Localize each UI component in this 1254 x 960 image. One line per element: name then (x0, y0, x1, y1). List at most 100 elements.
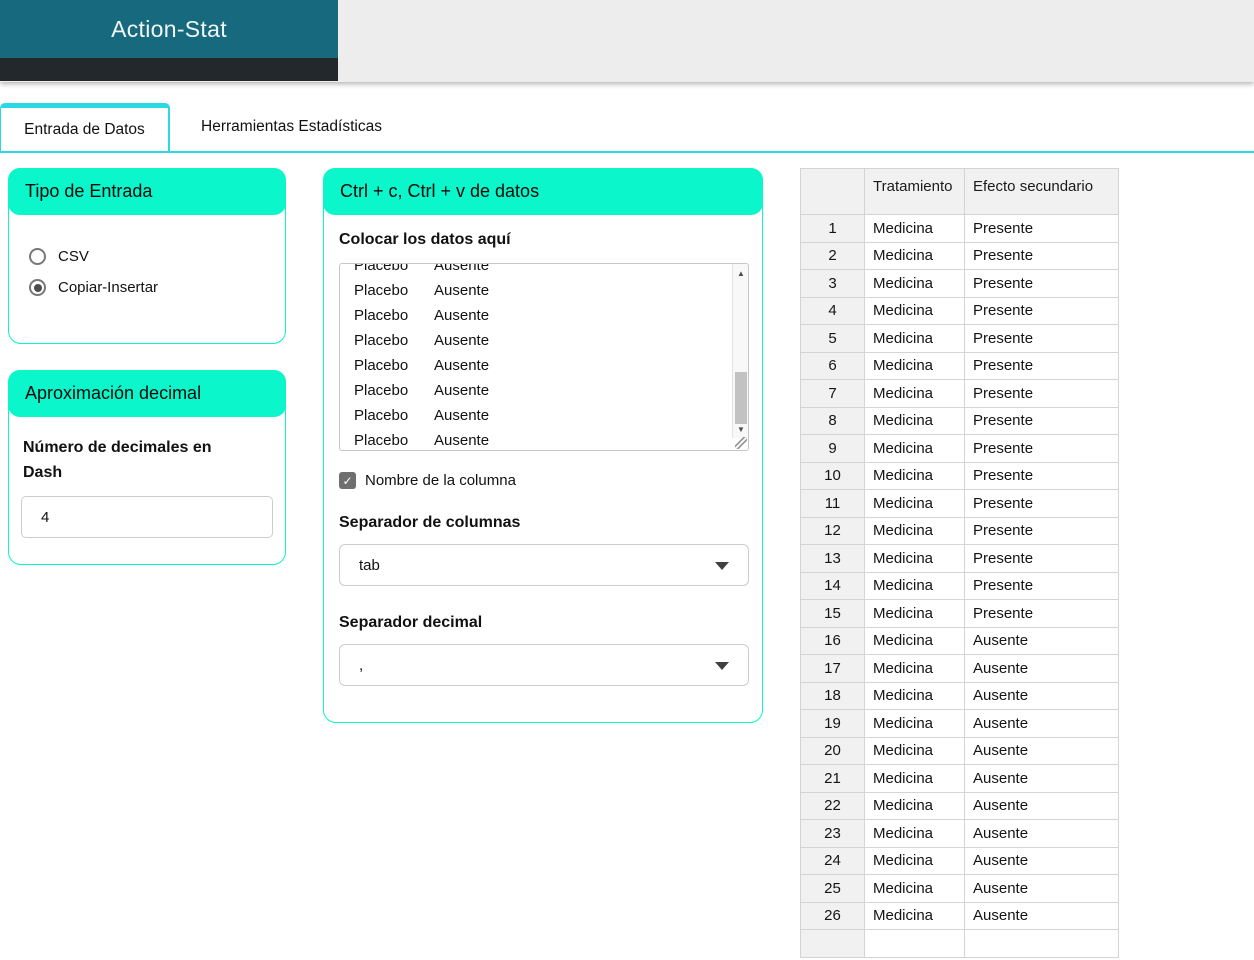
table-cell: Medicina (864, 764, 965, 793)
table-cell: Medicina (864, 241, 965, 270)
tab-herramientas-estadisticas[interactable]: Herramientas Estadísticas (170, 103, 413, 151)
radio-option-copiar-insertar[interactable]: Copiar-Insertar (29, 279, 265, 296)
row-number-cell: 14 (800, 571, 865, 600)
table-cell: Medicina (864, 709, 965, 738)
table-cell: Medicina (864, 874, 965, 903)
table-row: 25 Medicina Ausente (800, 874, 1119, 903)
table-row: 4 Medicina Presente (800, 296, 1119, 325)
table-row: 20 Medicina Ausente (800, 736, 1119, 765)
textarea-line: Placebo Ausente (354, 382, 490, 399)
row-number-cell: 23 (800, 819, 865, 848)
table-cell: Presente (964, 406, 1119, 435)
radio-option-label: CSV (58, 248, 89, 265)
table-cell: Medicina (864, 516, 965, 545)
table-cell: Medicina (864, 681, 965, 710)
column-separator-dropdown[interactable]: tab (339, 544, 749, 586)
table-row: 26 Medicina Ausente (800, 901, 1119, 930)
row-number-cell: 10 (800, 461, 865, 490)
row-number-cell: 17 (800, 654, 865, 683)
table-row: 11 Medicina Presente (800, 489, 1119, 518)
table-cell: Presente (964, 379, 1119, 408)
table-row: 24 Medicina Ausente (800, 846, 1119, 875)
table-cell: Medicina (864, 626, 965, 655)
radio-option-label: Copiar-Insertar (58, 279, 159, 296)
tabs-bar: Entrada de Datos Herramientas Estadístic… (0, 103, 1254, 153)
column-header: Efecto secundario (964, 168, 1119, 215)
table-cell: Ausente (964, 736, 1119, 765)
table-cell: Medicina (864, 736, 965, 765)
table-cell: Ausente (964, 791, 1119, 820)
table-cell: Presente (964, 599, 1119, 628)
row-number-cell: 8 (800, 406, 865, 435)
radio-selected-icon[interactable] (29, 279, 46, 296)
textarea-line: Placebo Ausente (354, 407, 490, 424)
column-header (800, 168, 865, 215)
column-name-checkbox-row[interactable]: ✓ Nombre de la columna (339, 472, 516, 489)
table-cell: Presente (964, 296, 1119, 325)
row-number-cell: 18 (800, 681, 865, 710)
brand-block: Action-Stat (0, 0, 338, 81)
table-cell: Medicina (864, 489, 965, 518)
table-row: 8 Medicina Presente (800, 406, 1119, 435)
table-cell: Medicina (864, 296, 965, 325)
scroll-down-icon[interactable]: ▼ (733, 422, 748, 436)
table-cell: Medicina (864, 654, 965, 683)
table-row: 14 Medicina Presente (800, 571, 1119, 600)
decimal-approx-panel-title: Aproximación decimal (8, 370, 286, 417)
table-cell: Presente (964, 544, 1119, 573)
textarea-line: Placebo Ausente (354, 307, 490, 324)
table-row: 3 Medicina Presente (800, 269, 1119, 298)
radio-option-csv[interactable]: CSV (29, 248, 265, 265)
scroll-up-icon[interactable]: ▲ (733, 266, 748, 280)
row-number-cell: 2 (800, 241, 865, 270)
table-cell: Medicina (864, 406, 965, 435)
decimal-separator-label: Separador decimal (339, 614, 483, 631)
table-cell: Presente (964, 241, 1119, 270)
row-number-cell: 11 (800, 489, 865, 518)
table-cell: Ausente (964, 764, 1119, 793)
column-separator-label: Separador de columnas (339, 514, 521, 531)
table-row: 2 Medicina Presente (800, 241, 1119, 270)
table-row: 9 Medicina Presente (800, 434, 1119, 463)
scrollbar-thumb[interactable] (735, 372, 747, 424)
row-number-cell: 13 (800, 544, 865, 573)
decimal-approx-panel: Aproximación decimal Número de decimales… (8, 370, 286, 565)
data-table-header: Tratamiento Efecto secundario (800, 168, 1119, 215)
row-number-cell: 22 (800, 791, 865, 820)
table-row: 13 Medicina Presente (800, 544, 1119, 573)
table-row: 23 Medicina Ausente (800, 819, 1119, 848)
table-row: 16 Medicina Ausente (800, 626, 1119, 655)
table-row: 6 Medicina Presente (800, 351, 1119, 380)
paste-textarea[interactable]: Placebo Ausente Placebo Ausente Placebo Ausen… (339, 263, 749, 451)
table-cell: Ausente (964, 901, 1119, 930)
table-row: 17 Medicina Ausente (800, 654, 1119, 683)
brand-strip (0, 58, 338, 81)
paste-data-panel-title: Ctrl + c, Ctrl + v de datos (323, 168, 763, 215)
table-cell: Presente (964, 489, 1119, 518)
table-cell: Medicina (864, 791, 965, 820)
row-number-cell: 3 (800, 269, 865, 298)
table-cell: Presente (964, 214, 1119, 243)
resize-grip-icon[interactable] (735, 437, 747, 449)
app-window: Action-Stat Entrada de Datos Herramienta… (0, 0, 1254, 960)
table-cell: Ausente (964, 681, 1119, 710)
tab-entrada-de-datos[interactable]: Entrada de Datos (0, 103, 170, 151)
paste-here-label: Colocar los datos aquí (339, 231, 511, 248)
textarea-scrollbar[interactable]: ▲ ▼ (732, 264, 748, 438)
chevron-down-icon (715, 562, 729, 570)
table-cell: Medicina (864, 461, 965, 490)
row-number-cell (800, 929, 865, 958)
radio-unselected-icon[interactable] (29, 248, 46, 265)
table-row: 19 Medicina Ausente (800, 709, 1119, 738)
brand-banner: Action-Stat (0, 0, 338, 58)
textarea-line: Placebo Ausente (354, 263, 490, 274)
row-number-cell: 7 (800, 379, 865, 408)
row-number-cell: 26 (800, 901, 865, 930)
table-row: 21 Medicina Ausente (800, 764, 1119, 793)
chevron-down-icon (715, 662, 729, 670)
table-cell: Presente (964, 571, 1119, 600)
row-number-cell: 6 (800, 351, 865, 380)
checkbox-checked-icon[interactable]: ✓ (339, 472, 356, 489)
decimals-input[interactable] (21, 496, 273, 538)
decimal-separator-dropdown[interactable]: , (339, 644, 749, 686)
